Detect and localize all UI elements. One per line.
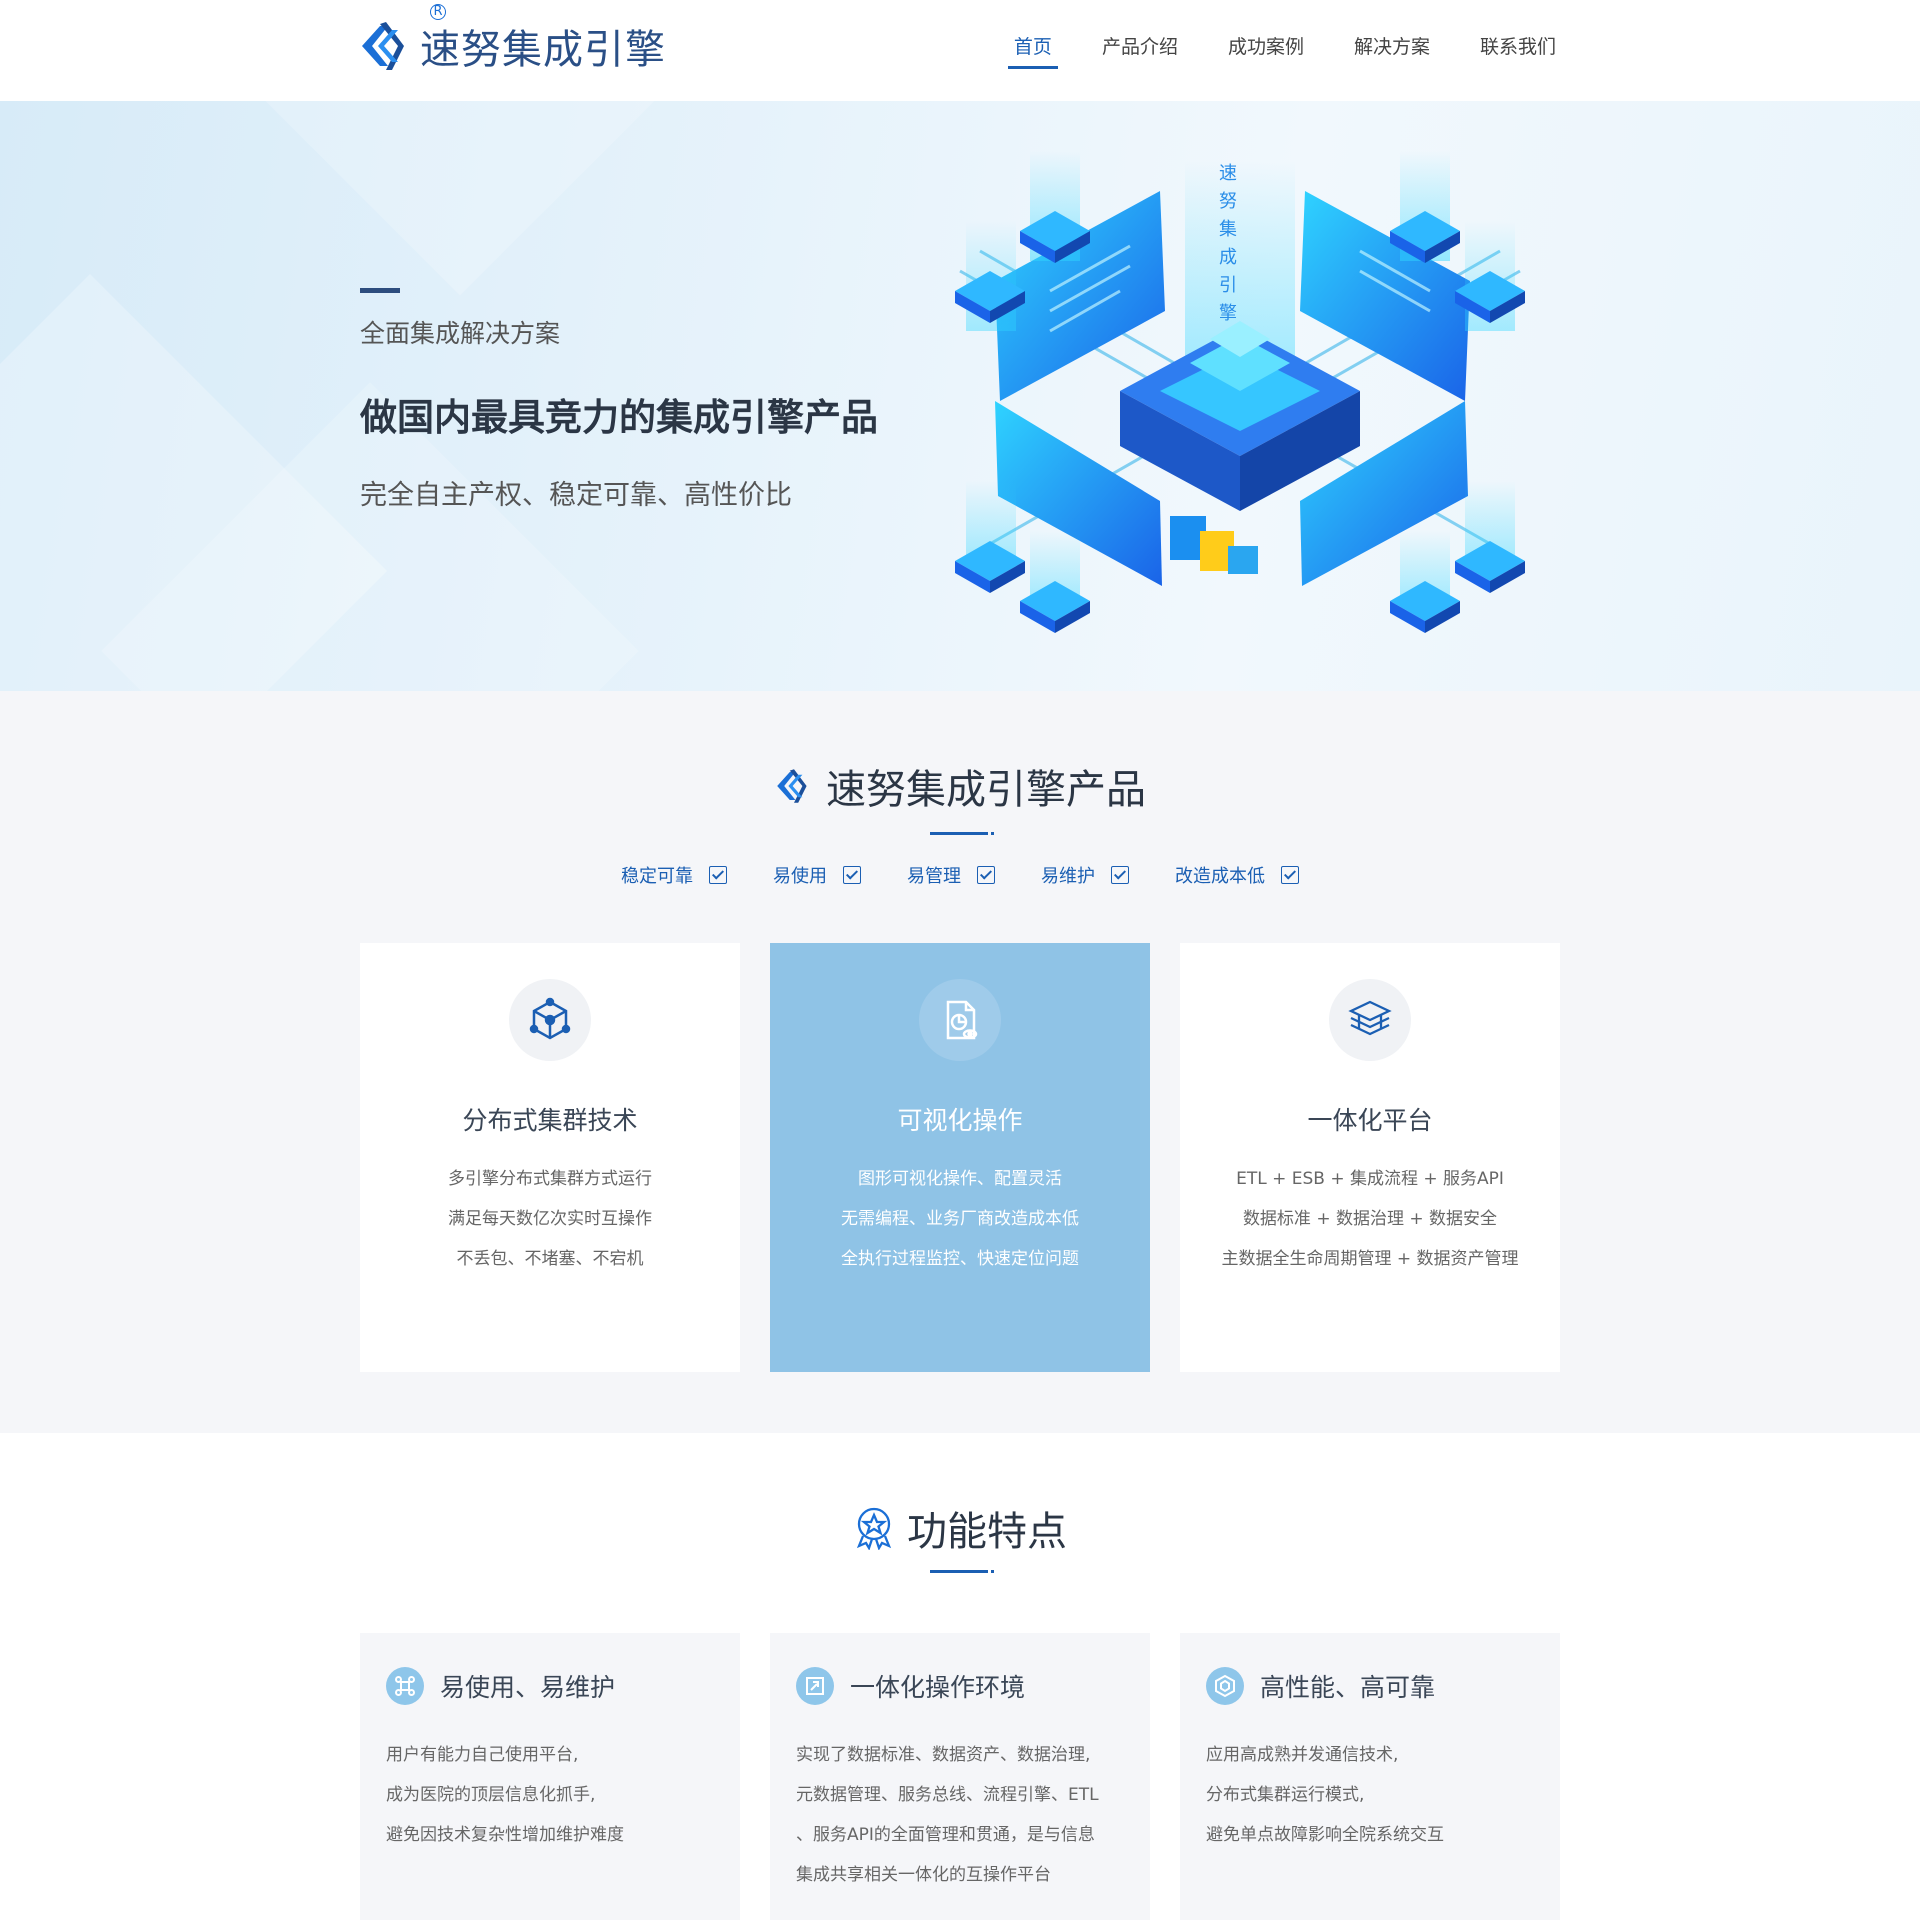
function-card-line: 避免因技术复杂性增加维护难度: [386, 1825, 624, 1845]
products-section: 速努集成引擎产品 稳定可靠 易使用 易管理 易维护 改造成本低 分布式集群技术 …: [0, 691, 1920, 1433]
functions-section: 功能特点 易使用、易维护 用户有能力自己使用平台, 成为医院的顶层信息化抓手, …: [0, 1433, 1920, 1920]
feature-tag[interactable]: 易使用: [773, 862, 861, 888]
hexagon-shield-icon: [1206, 1667, 1244, 1705]
card-line: 主数据全生命周期管理 + 数据资产管理: [1221, 1249, 1519, 1269]
function-card-line: 元数据管理、服务总线、流程引擎、ETL: [796, 1785, 1099, 1805]
svg-text:努: 努: [1219, 191, 1237, 212]
cube-network-icon: [509, 979, 591, 1061]
card-line: ETL + ESB + 集成流程 + 服务API: [1236, 1169, 1504, 1189]
checkbox-icon: [1281, 866, 1299, 884]
feature-tag[interactable]: 改造成本低: [1175, 862, 1299, 888]
card-line: 图形可视化操作、配置灵活: [858, 1169, 1062, 1189]
hero-banner: 全面集成解决方案 做国内最具竞力的集成引擎产品 完全自主产权、稳定可靠、高性价比…: [0, 101, 1920, 691]
feature-tag[interactable]: 易维护: [1041, 862, 1129, 888]
registered-mark: R: [430, 4, 446, 20]
function-card-line: 、服务API的全面管理和贯通，是与信息: [796, 1825, 1095, 1845]
card-line: 全执行过程监控、快速定位问题: [841, 1249, 1079, 1269]
feature-tag-label: 稳定可靠: [621, 866, 693, 887]
main-nav: 首页 产品介绍 成功案例 解决方案 联系我们: [1007, 28, 1562, 69]
functions-title: 功能特点: [907, 1509, 1067, 1555]
svg-text:成: 成: [1219, 247, 1237, 268]
checkbox-icon: [843, 866, 861, 884]
card-line: 多引擎分布式集群方式运行: [448, 1169, 652, 1189]
svg-text:速: 速: [1219, 163, 1237, 184]
product-card-platform[interactable]: 一体化平台 ETL + ESB + 集成流程 + 服务API 数据标准 + 数据…: [1180, 943, 1560, 1372]
product-feature-tags: 稳定可靠 易使用 易管理 易维护 改造成本低: [0, 862, 1920, 888]
brand-name: 速努集成引擎: [420, 27, 666, 73]
nav-solutions[interactable]: 解决方案: [1348, 28, 1436, 69]
product-card-visual[interactable]: 可视化操作 图形可视化操作、配置灵活 无需编程、业务厂商改造成本低 全执行过程监…: [770, 943, 1150, 1372]
nav-contact[interactable]: 联系我们: [1474, 28, 1562, 69]
function-card-line: 分布式集群运行模式,: [1206, 1785, 1365, 1805]
nav-products[interactable]: 产品介绍: [1096, 28, 1184, 69]
feature-tag-label: 易管理: [907, 866, 961, 887]
function-card-title: 高性能、高可靠: [1260, 1673, 1436, 1702]
svg-text:引: 引: [1219, 275, 1237, 296]
function-card-integrated[interactable]: 一体化操作环境 实现了数据标准、数据资产、数据治理, 元数据管理、服务总线、流程…: [770, 1633, 1150, 1920]
layers-icon: [1329, 979, 1411, 1061]
hero-isometric-illustration: 速努集 成引擎: [955, 151, 1525, 633]
svg-text:擎: 擎: [1219, 303, 1237, 324]
function-card-line: 集成共享相关一体化的互操作平台: [796, 1865, 1051, 1885]
hero-subtitle: 全面集成解决方案: [360, 319, 561, 348]
feature-tag[interactable]: 稳定可靠: [621, 862, 727, 888]
products-title: 速努集成引擎产品: [826, 767, 1146, 813]
heading-underline: [930, 832, 994, 835]
award-icon: [856, 1507, 892, 1550]
hero-title: 做国内最具竞力的集成引擎产品: [360, 396, 878, 439]
card-line: 无需编程、业务厂商改造成本低: [841, 1209, 1079, 1229]
functions-heading: 功能特点: [0, 1499, 1920, 1560]
feature-tag[interactable]: 易管理: [907, 862, 995, 888]
visual-document-icon: [919, 979, 1001, 1061]
function-card-line: 应用高成熟并发通信技术,: [1206, 1745, 1399, 1765]
nav-cases[interactable]: 成功案例: [1222, 28, 1310, 69]
hero-description: 完全自主产权、稳定可靠、高性价比: [360, 480, 792, 511]
function-card-performance[interactable]: 高性能、高可靠 应用高成熟并发通信技术, 分布式集群运行模式, 避免单点故障影响…: [1180, 1633, 1560, 1920]
checkbox-icon: [1111, 866, 1129, 884]
feature-tag-label: 易维护: [1041, 866, 1095, 887]
brand-x-icon: [358, 16, 414, 76]
card-title: 一体化平台: [1307, 1106, 1433, 1135]
svg-text:集: 集: [1219, 219, 1237, 240]
top-header: 速努集成引擎 R 首页 产品介绍 成功案例 解决方案 联系我们: [0, 0, 1920, 100]
function-card-line: 用户有能力自己使用平台,: [386, 1745, 579, 1765]
hero-bg-shape: [205, 101, 715, 296]
checkbox-icon: [709, 866, 727, 884]
brand-x-icon: [777, 769, 807, 803]
card-line: 满足每天数亿次实时互操作: [448, 1209, 652, 1229]
function-card-line: 避免单点故障影响全院系统交互: [1206, 1825, 1444, 1845]
brand-logo[interactable]: 速努集成引擎 R: [358, 4, 666, 78]
nav-home[interactable]: 首页: [1007, 28, 1058, 69]
feature-tag-label: 改造成本低: [1175, 866, 1265, 887]
function-card-title: 易使用、易维护: [440, 1673, 616, 1702]
products-heading: 速努集成引擎产品: [0, 757, 1920, 817]
function-card-line: 实现了数据标准、数据资产、数据治理,: [796, 1745, 1091, 1765]
checkbox-icon: [977, 866, 995, 884]
function-card-title: 一体化操作环境: [850, 1673, 1026, 1702]
feature-tag-label: 易使用: [773, 866, 827, 887]
product-card-cluster[interactable]: 分布式集群技术 多引擎分布式集群方式运行 满足每天数亿次实时互操作 不丢包、不堵…: [360, 943, 740, 1372]
card-line: 不丢包、不堵塞、不宕机: [456, 1249, 644, 1269]
card-line: 数据标准 + 数据治理 + 数据安全: [1242, 1209, 1498, 1229]
function-card-line: 成为医院的顶层信息化抓手,: [386, 1785, 596, 1805]
card-title: 可视化操作: [897, 1106, 1023, 1135]
command-icon: [386, 1667, 424, 1705]
card-title: 分布式集群技术: [462, 1106, 638, 1135]
integration-window-icon: [796, 1667, 834, 1705]
function-card-easy[interactable]: 易使用、易维护 用户有能力自己使用平台, 成为医院的顶层信息化抓手, 避免因技术…: [360, 1633, 740, 1920]
hero-accent-line: [360, 288, 400, 293]
heading-underline: [930, 1570, 994, 1573]
